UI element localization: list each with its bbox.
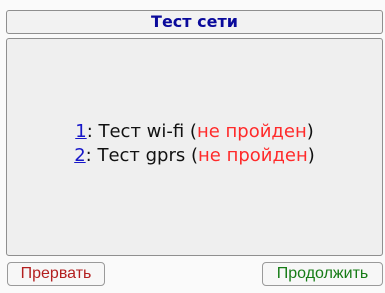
continue-button[interactable]: Продолжить [262,262,383,286]
test-label: : Тест wi-fi ( [86,121,197,142]
test-index-link[interactable]: 2 [74,145,85,166]
test-list: 1: Тест wi-fi (не пройден) 2: Тест gprs … [7,120,382,168]
window-title: Тест сети [6,10,383,34]
test-index-link[interactable]: 1 [75,121,86,142]
test-suffix: ) [307,145,315,166]
test-status-failed: не пройден [198,145,308,166]
test-row-gprs: 2: Тест gprs (не пройден) [7,144,382,168]
network-test-screen: Тест сети 1: Тест wi-fi (не пройден) 2: … [0,0,385,293]
test-label: : Тест gprs ( [85,145,198,166]
test-results-panel: 1: Тест wi-fi (не пройден) 2: Тест gprs … [6,38,383,256]
abort-button[interactable]: Прервать [7,262,105,286]
test-suffix: ) [306,121,314,142]
test-status-failed: не пройден [196,121,307,142]
test-row-wifi: 1: Тест wi-fi (не пройден) [7,120,382,144]
